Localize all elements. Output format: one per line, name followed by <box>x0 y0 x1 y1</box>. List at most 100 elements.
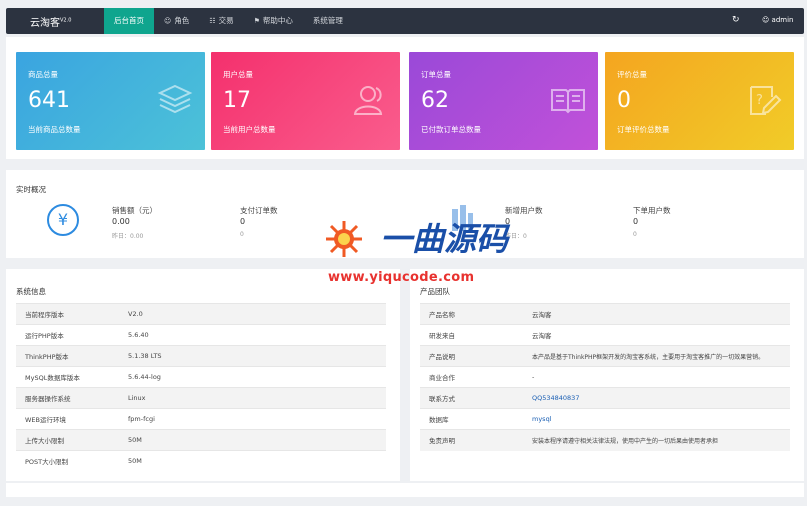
row-key: 运行PHP版本 <box>16 324 128 346</box>
card-value: 17 <box>223 88 251 113</box>
row-value: Linux <box>128 387 386 409</box>
row-key: 免责声明 <box>420 429 532 451</box>
top-navbar: 云淘客V2.0 后台首页 ☺ 角色 ☷ 交易 ⚑ 帮助中心 系统管理 ↻ ☺ admi… <box>6 8 804 34</box>
sysinfo-title: 系统信息 <box>16 287 46 296</box>
sitemap-icon: ☷ <box>209 17 216 25</box>
row-key: 产品说明 <box>420 345 532 367</box>
nav-item-help[interactable]: ⚑ 帮助中心 <box>244 8 303 34</box>
sysinfo-table: 当前程序版本 V2.0 运行PHP版本 5.6.40 ThinkPHP版本 5.1.3… <box>16 303 386 472</box>
stat-newusers-sub: 昨日：0 <box>505 233 527 240</box>
footer-panel <box>6 483 804 497</box>
row-value: 5.6.40 <box>128 324 386 346</box>
contact-link[interactable]: QQ534840837 <box>532 394 579 402</box>
team-title: 产品团队 <box>420 287 450 296</box>
stat-orders-sub: 0 <box>240 231 244 238</box>
row-value: 安装本程序请遵守相关法律法规，使用中产生的一切后果由使用者承担 <box>532 429 790 451</box>
row-key: ThinkPHP版本 <box>16 345 128 367</box>
row-key: 商业合作 <box>420 366 532 388</box>
row-value: 50M <box>128 429 386 451</box>
card-reviews[interactable]: 评价总量 0 订单评价总数量 ? <box>605 52 794 150</box>
database-link[interactable]: mysql <box>532 415 552 423</box>
stat-orders-label: 支付订单数 <box>240 206 278 215</box>
table-row: 研发来自 云淘客 <box>420 324 790 346</box>
book-icon <box>551 89 585 114</box>
table-row: 产品说明 本产品是基于ThinkPHP框架开发的淘宝客系统，主要用于淘宝客推广的一… <box>420 345 790 367</box>
row-value: 5.1.38 LTS <box>128 345 386 367</box>
stat-buyers-sub: 0 <box>633 231 637 238</box>
nav-item-system[interactable]: 系统管理 <box>303 8 353 34</box>
card-users[interactable]: 用户总量 17 当前用户总数量 <box>211 52 400 150</box>
row-key: 产品名称 <box>420 303 532 325</box>
row-key: 数据库 <box>420 408 532 430</box>
nav-item-trade[interactable]: ☷ 交易 <box>199 8 243 34</box>
card-desc: 当前商品总数量 <box>28 125 81 134</box>
stat-newusers-label: 新增用户数 <box>505 206 543 215</box>
card-orders[interactable]: 订单总量 62 已付款订单总数量 <box>409 52 598 150</box>
row-key: WEB运行环境 <box>16 408 128 430</box>
user-menu[interactable]: ☺ admin <box>762 16 793 24</box>
nav-item-role[interactable]: ☺ 角色 <box>154 8 199 34</box>
card-value: 0 <box>617 88 631 113</box>
card-value: 62 <box>421 88 449 113</box>
card-desc: 订单评价总数量 <box>617 125 670 134</box>
watermark-url: www.yiqucode.com <box>328 270 475 285</box>
users-icon <box>353 86 383 115</box>
card-title: 商品总量 <box>28 70 58 79</box>
layers-icon <box>157 84 193 114</box>
row-key: 研发来自 <box>420 324 532 346</box>
brand-logo[interactable]: 云淘客V2.0 <box>30 14 71 29</box>
flag-icon: ⚑ <box>253 17 260 25</box>
stat-sales-label: 销售额（元） <box>112 206 157 215</box>
table-row: 联系方式 QQ534840837 <box>420 387 790 409</box>
table-row: 上传大小限制 50M <box>16 429 386 451</box>
table-row: 服务器操作系统 Linux <box>16 387 386 409</box>
table-row: WEB运行环境 fpm-fcgi <box>16 408 386 430</box>
main-nav: 后台首页 ☺ 角色 ☷ 交易 ⚑ 帮助中心 系统管理 <box>104 8 353 34</box>
yen-icon: ¥ <box>47 204 79 236</box>
app-version: V2.0 <box>60 17 72 24</box>
row-value: 云淘客 <box>532 324 790 346</box>
table-row: 当前程序版本 V2.0 <box>16 303 386 325</box>
card-title: 用户总量 <box>223 70 253 79</box>
stat-sales-value: 0.00 <box>112 217 130 226</box>
row-value: V2.0 <box>128 303 386 325</box>
svg-text:?: ? <box>756 93 763 108</box>
row-value: 50M <box>128 450 386 472</box>
table-row: 运行PHP版本 5.6.40 <box>16 324 386 346</box>
card-goods[interactable]: 商品总量 641 当前商品总数量 <box>16 52 205 150</box>
edit-icon: ? <box>750 86 782 115</box>
row-key: 服务器操作系统 <box>16 387 128 409</box>
brand-name: 云淘客 <box>30 18 60 29</box>
stat-orders-value: 0 <box>240 217 246 226</box>
refresh-icon[interactable]: ↻ <box>732 15 740 25</box>
card-title: 评价总量 <box>617 70 647 79</box>
user-icon: ☺ <box>762 16 770 24</box>
row-value: 云淘客 <box>532 303 790 325</box>
nav-item-label: 角色 <box>174 16 190 25</box>
row-value: 5.6.44-log <box>128 366 386 388</box>
row-value: - <box>532 366 790 388</box>
row-key: 上传大小限制 <box>16 429 128 451</box>
user-icon: ☺ <box>164 17 172 25</box>
table-row: MySQL数据库版本 5.6.44-log <box>16 366 386 388</box>
user-name: admin <box>771 16 794 24</box>
team-table: 产品名称 云淘客 研发来自 云淘客 产品说明 本产品是基于ThinkPHP框架开发的淘… <box>420 303 790 451</box>
stat-buyers-value: 0 <box>633 217 639 226</box>
table-row: 产品名称 云淘客 <box>420 303 790 325</box>
table-row: 数据库 mysql <box>420 408 790 430</box>
watermark-cn: 一曲源码 <box>380 220 509 258</box>
realtime-title: 实时概况 <box>16 185 46 194</box>
nav-item-label: 系统管理 <box>312 16 343 25</box>
row-key: MySQL数据库版本 <box>16 366 128 388</box>
nav-item-label: 帮助中心 <box>262 16 293 25</box>
card-title: 订单总量 <box>421 70 451 79</box>
row-key: POST大小限制 <box>16 450 128 472</box>
nav-item-home[interactable]: 后台首页 <box>104 8 154 34</box>
row-value: 本产品是基于ThinkPHP框架开发的淘宝客系统，主要用于淘宝客推广的一切效果营… <box>532 345 790 367</box>
row-value: fpm-fcgi <box>128 408 386 430</box>
table-row: 商业合作 - <box>420 366 790 388</box>
nav-item-label: 交易 <box>218 16 234 25</box>
card-value: 641 <box>28 88 70 113</box>
row-key: 联系方式 <box>420 387 532 409</box>
row-key: 当前程序版本 <box>16 303 128 325</box>
